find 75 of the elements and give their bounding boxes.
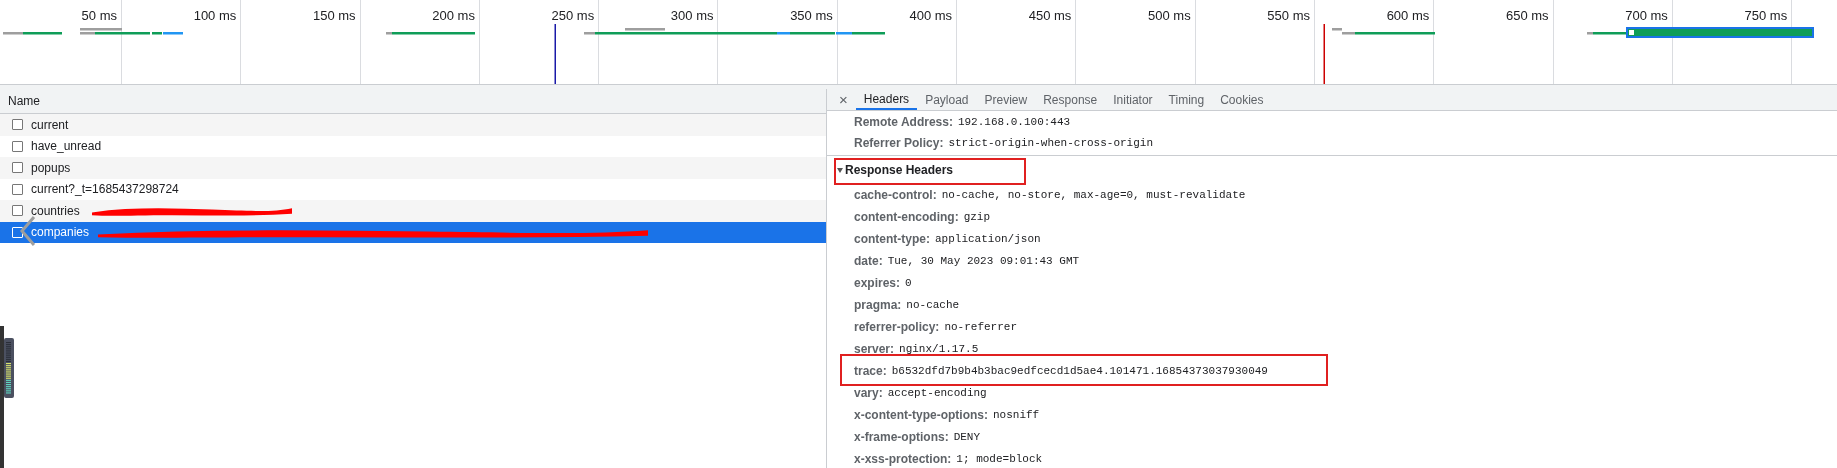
file-icon <box>12 140 23 152</box>
tab[interactable]: Response <box>1035 89 1106 110</box>
header-name: referrer-policy: <box>854 320 940 334</box>
section-title[interactable]: Response Headers <box>845 163 954 177</box>
header-value: accept-encoding <box>887 387 987 399</box>
header-name: x-frame-options: <box>854 430 949 444</box>
header-value: no-referrer <box>944 321 1017 333</box>
header-value: application/json <box>935 233 1041 245</box>
header-name: x-xss-protection: <box>854 452 952 466</box>
request-row[interactable]: current?_t=1685437298724 <box>0 178 826 200</box>
header-value: b6532dfd7b9b4b3bac9edfcecd1d5ae4.101471.16854373037930049 <box>891 365 1268 377</box>
file-icon <box>12 162 23 174</box>
request-row[interactable]: have_unread <box>0 135 826 157</box>
header-value: nginx/1.17.5 <box>899 343 979 355</box>
header-name: x-content-type-options: <box>854 408 988 422</box>
tick-label: 650 ms <box>1505 9 1549 23</box>
request-name: current <box>31 117 69 132</box>
tick-label: 450 ms <box>1028 9 1072 23</box>
tick-label: 750 ms <box>1744 9 1788 23</box>
header-value: DENY <box>953 431 981 443</box>
tick-label: 600 ms <box>1386 9 1430 23</box>
tab[interactable]: Preview <box>976 89 1036 110</box>
tick-label: 150 ms <box>312 9 356 23</box>
header-name: expires: <box>854 276 901 290</box>
tab[interactable]: Headers <box>855 89 918 110</box>
tick-label: 350 ms <box>790 9 833 23</box>
file-icon <box>12 205 23 217</box>
header-value: gzip <box>963 211 991 223</box>
header-name: pragma: <box>854 298 902 312</box>
file-icon <box>12 183 23 195</box>
header-name: content-encoding: <box>854 210 959 224</box>
triangle-icon[interactable] <box>837 167 843 173</box>
tick-label: 300 ms <box>670 9 714 23</box>
request-row[interactable]: current <box>0 114 826 136</box>
header-name: server: <box>854 342 895 356</box>
header-name: date: <box>854 254 883 268</box>
request-name: countries <box>31 203 80 218</box>
header-value: nosniff <box>993 409 1040 421</box>
request-name: popups <box>31 160 71 175</box>
tab[interactable]: Payload <box>917 89 977 110</box>
request-row[interactable]: companies <box>0 221 826 243</box>
tick-label: 500 ms <box>1148 9 1191 23</box>
tick-label: 100 ms <box>193 9 237 23</box>
tick-label: 200 ms <box>432 9 475 23</box>
header-value: 0 <box>905 277 912 289</box>
tick-label: 400 ms <box>909 9 953 23</box>
header-name: cache-control: <box>854 188 937 202</box>
header-value: no-cache <box>906 299 960 311</box>
header-name: vary: <box>854 386 883 400</box>
tick-label: 700 ms <box>1625 9 1668 23</box>
column-title: Name <box>8 94 40 108</box>
header-name: content-type: <box>854 232 930 246</box>
tick-label: 50 ms <box>81 9 117 23</box>
header-value: 1; mode=block <box>956 453 1043 465</box>
request-row[interactable]: popups <box>0 157 826 179</box>
header-value: no-cache, no-store, max-age=0, must-revalidate <box>941 189 1246 201</box>
header-value: Tue, 30 May 2023 09:01:43 GMT <box>887 255 1080 267</box>
header-name: Remote Address: <box>854 114 953 129</box>
header-name: trace: <box>854 364 887 378</box>
tab[interactable]: Timing <box>1160 89 1213 110</box>
tick-label: 250 ms <box>551 9 595 23</box>
request-name: have_unread <box>31 139 102 154</box>
tab[interactable]: Cookies <box>1212 89 1272 110</box>
header-value: strict-origin-when-cross-origin <box>948 136 1153 149</box>
close-button[interactable]: × <box>835 89 856 110</box>
request-row[interactable]: countries <box>0 200 826 222</box>
header-value: 192.168.0.100:443 <box>957 115 1071 128</box>
column-header[interactable]: Name <box>0 89 826 114</box>
file-icon <box>12 226 23 238</box>
file-icon <box>12 119 23 131</box>
tick-label: 550 ms <box>1267 9 1310 23</box>
tab[interactable]: Initiator <box>1105 89 1161 110</box>
header-name: Referrer Policy: <box>854 135 944 150</box>
request-name: current?_t=1685437298724 <box>31 182 179 197</box>
request-name: companies <box>31 225 90 240</box>
